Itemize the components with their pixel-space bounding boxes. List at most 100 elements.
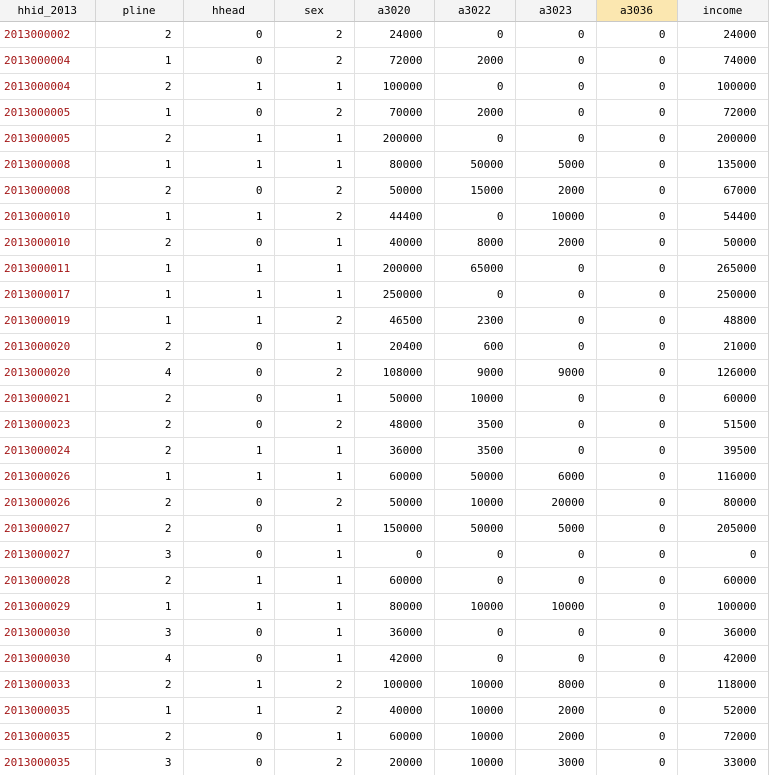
table-row[interactable]: 2013000011 1 1 1 200000 65000 0 0 265000: [0, 255, 769, 282]
table-row[interactable]: 2013000010 2 0 1 40000 8000 2000 0 50000: [0, 229, 769, 256]
cell-a3020[interactable]: 20400: [354, 333, 435, 360]
cell-a3023[interactable]: 5000: [515, 151, 597, 178]
cell-a3022[interactable]: 0: [434, 645, 516, 672]
cell-a3023[interactable]: 9000: [515, 359, 597, 386]
cell-hhid-2013[interactable]: 2013000035: [0, 697, 96, 724]
cell-a3022[interactable]: 0: [434, 203, 516, 230]
cell-pline[interactable]: 1: [95, 99, 184, 126]
cell-income[interactable]: 100000: [677, 73, 769, 100]
cell-a3020[interactable]: 50000: [354, 385, 435, 412]
cell-income[interactable]: 118000: [677, 671, 769, 698]
column-header-a3036[interactable]: a3036: [596, 0, 678, 22]
cell-hhid-2013[interactable]: 2013000030: [0, 645, 96, 672]
cell-hhid-2013[interactable]: 2013000026: [0, 463, 96, 490]
cell-a3022[interactable]: 10000: [434, 385, 516, 412]
cell-a3036[interactable]: 0: [596, 99, 678, 126]
cell-a3022[interactable]: 0: [434, 73, 516, 100]
cell-a3023[interactable]: 2000: [515, 229, 597, 256]
cell-a3036[interactable]: 0: [596, 567, 678, 594]
cell-a3020[interactable]: 46500: [354, 307, 435, 334]
cell-sex[interactable]: 1: [274, 515, 355, 542]
cell-a3022[interactable]: 10000: [434, 671, 516, 698]
cell-hhead[interactable]: 0: [183, 619, 275, 646]
cell-hhid-2013[interactable]: 2013000005: [0, 99, 96, 126]
cell-hhead[interactable]: 0: [183, 489, 275, 516]
cell-sex[interactable]: 1: [274, 723, 355, 750]
cell-income[interactable]: 67000: [677, 177, 769, 204]
cell-a3022[interactable]: 10000: [434, 697, 516, 724]
cell-income[interactable]: 100000: [677, 593, 769, 620]
cell-a3020[interactable]: 50000: [354, 177, 435, 204]
cell-a3036[interactable]: 0: [596, 151, 678, 178]
cell-a3020[interactable]: 60000: [354, 567, 435, 594]
cell-pline[interactable]: 1: [95, 307, 184, 334]
cell-a3023[interactable]: 2000: [515, 177, 597, 204]
cell-a3023[interactable]: 0: [515, 645, 597, 672]
cell-pline[interactable]: 2: [95, 515, 184, 542]
cell-sex[interactable]: 1: [274, 229, 355, 256]
cell-income[interactable]: 54400: [677, 203, 769, 230]
cell-sex[interactable]: 2: [274, 177, 355, 204]
cell-hhid-2013[interactable]: 2013000030: [0, 619, 96, 646]
cell-hhead[interactable]: 0: [183, 99, 275, 126]
cell-a3023[interactable]: 0: [515, 437, 597, 464]
cell-a3022[interactable]: 9000: [434, 359, 516, 386]
cell-a3023[interactable]: 10000: [515, 593, 597, 620]
cell-a3020[interactable]: 200000: [354, 125, 435, 152]
cell-hhid-2013[interactable]: 2013000008: [0, 177, 96, 204]
cell-a3022[interactable]: 10000: [434, 593, 516, 620]
cell-a3020[interactable]: 40000: [354, 229, 435, 256]
cell-hhid-2013[interactable]: 2013000035: [0, 749, 96, 775]
cell-a3023[interactable]: 0: [515, 619, 597, 646]
cell-sex[interactable]: 1: [274, 151, 355, 178]
cell-a3036[interactable]: 0: [596, 723, 678, 750]
cell-a3036[interactable]: 0: [596, 177, 678, 204]
table-row[interactable]: 2013000035 2 0 1 60000 10000 2000 0 72000: [0, 723, 769, 750]
cell-a3036[interactable]: 0: [596, 21, 678, 48]
table-row[interactable]: 2013000004 2 1 1 100000 0 0 0 100000: [0, 73, 769, 100]
cell-a3020[interactable]: 108000: [354, 359, 435, 386]
cell-sex[interactable]: 1: [274, 567, 355, 594]
cell-a3020[interactable]: 48000: [354, 411, 435, 438]
cell-a3020[interactable]: 72000: [354, 47, 435, 74]
cell-hhid-2013[interactable]: 2013000028: [0, 567, 96, 594]
cell-sex[interactable]: 1: [274, 437, 355, 464]
cell-hhead[interactable]: 0: [183, 385, 275, 412]
cell-hhead[interactable]: 1: [183, 463, 275, 490]
table-row[interactable]: 2013000019 1 1 2 46500 2300 0 0 48800: [0, 307, 769, 334]
cell-income[interactable]: 21000: [677, 333, 769, 360]
cell-a3023[interactable]: 0: [515, 411, 597, 438]
table-row[interactable]: 2013000004 1 0 2 72000 2000 0 0 74000: [0, 47, 769, 74]
cell-a3022[interactable]: 50000: [434, 463, 516, 490]
data-editor-grid[interactable]: hhid_2013 pline hhead sex a3020 a3022 a3023 a30…: [0, 0, 771, 775]
cell-hhead[interactable]: 1: [183, 697, 275, 724]
column-header-hhead[interactable]: hhead: [183, 0, 275, 22]
cell-sex[interactable]: 1: [274, 73, 355, 100]
cell-a3020[interactable]: 150000: [354, 515, 435, 542]
cell-hhead[interactable]: 1: [183, 281, 275, 308]
cell-sex[interactable]: 1: [274, 255, 355, 282]
cell-income[interactable]: 0: [677, 541, 769, 568]
table-row[interactable]: 2013000020 2 0 1 20400 600 0 0 21000: [0, 333, 769, 360]
cell-income[interactable]: 52000: [677, 697, 769, 724]
cell-hhead[interactable]: 1: [183, 255, 275, 282]
cell-a3020[interactable]: 70000: [354, 99, 435, 126]
cell-pline[interactable]: 3: [95, 541, 184, 568]
cell-a3020[interactable]: 24000: [354, 21, 435, 48]
cell-a3023[interactable]: 0: [515, 21, 597, 48]
cell-hhead[interactable]: 0: [183, 723, 275, 750]
cell-pline[interactable]: 1: [95, 463, 184, 490]
cell-sex[interactable]: 2: [274, 749, 355, 775]
cell-pline[interactable]: 2: [95, 723, 184, 750]
cell-a3022[interactable]: 0: [434, 281, 516, 308]
cell-a3023[interactable]: 0: [515, 255, 597, 282]
cell-hhid-2013[interactable]: 2013000002: [0, 21, 96, 48]
cell-a3020[interactable]: 80000: [354, 151, 435, 178]
cell-a3023[interactable]: 6000: [515, 463, 597, 490]
cell-a3023[interactable]: 5000: [515, 515, 597, 542]
column-header-pline[interactable]: pline: [95, 0, 184, 22]
cell-hhead[interactable]: 0: [183, 21, 275, 48]
cell-hhid-2013[interactable]: 2013000010: [0, 203, 96, 230]
cell-income[interactable]: 72000: [677, 99, 769, 126]
cell-pline[interactable]: 3: [95, 619, 184, 646]
